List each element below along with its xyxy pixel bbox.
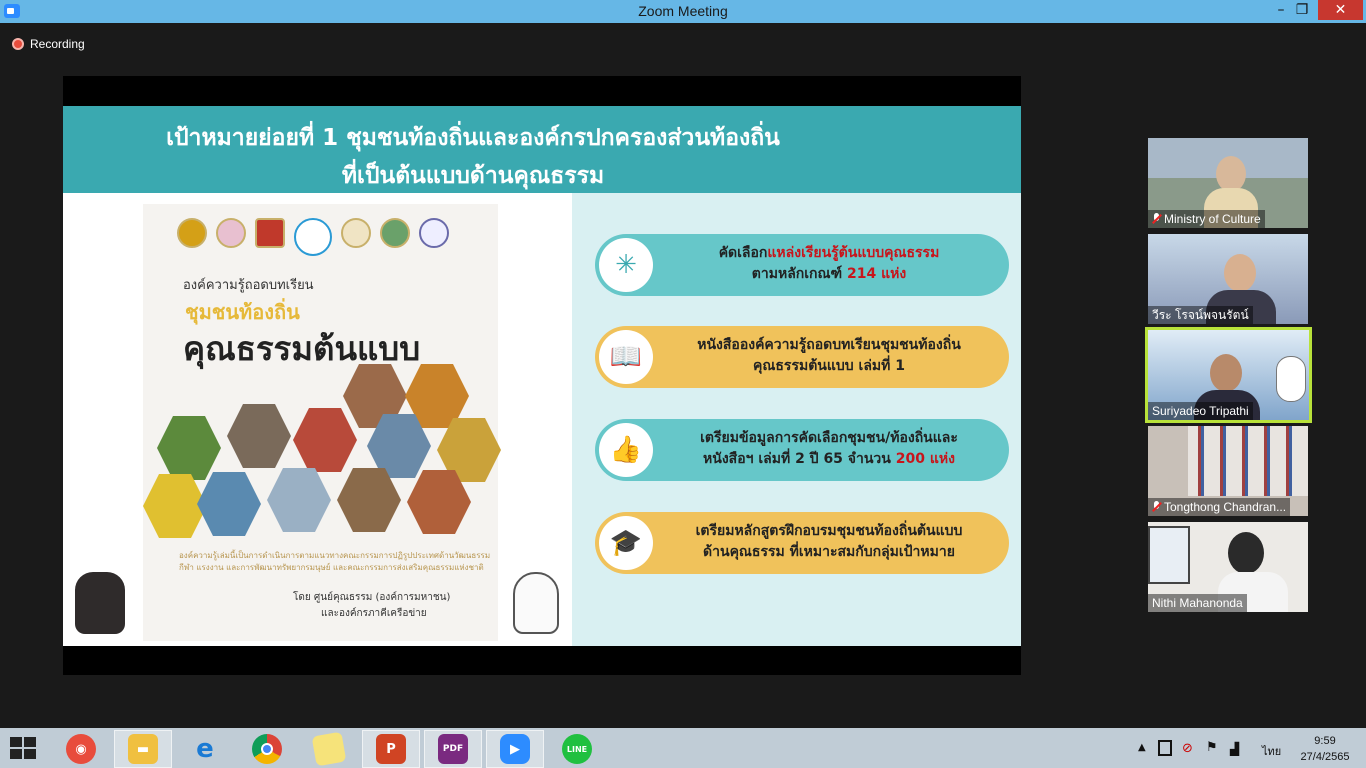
participant-face xyxy=(1216,156,1246,192)
government-seal-logo xyxy=(177,218,207,248)
participant-hair xyxy=(1228,532,1264,574)
goal-item-3: 👍 เตรียมข้อมูลการคัดเลือกชุมชน/ท้องถิ่นแ… xyxy=(595,419,1009,481)
thumbs-up-icon: 👍 xyxy=(599,423,653,477)
chrome-icon[interactable] xyxy=(238,730,296,768)
book-icon: 📖 xyxy=(599,330,653,384)
mascot-illustration xyxy=(1276,356,1306,402)
language-indicator[interactable]: ไทย xyxy=(1262,742,1281,760)
participant-name-tag: Nithi Mahanonda xyxy=(1148,594,1247,612)
participant-name-tag: วีระ โรจน์พจนรัตน์ xyxy=(1148,306,1253,324)
taskbar-clock[interactable]: 9:59 27/4/2565 xyxy=(1296,733,1354,765)
start-icon[interactable] xyxy=(10,737,38,761)
participant-name: Ministry of Culture xyxy=(1164,212,1261,226)
participant-name-tag: Tongthong Chandran... xyxy=(1148,498,1291,516)
window-titlebar: Zoom Meeting – ❐ ✕ xyxy=(0,0,1366,23)
participant-tile[interactable]: Tongthong Chandran... xyxy=(1148,426,1308,516)
participant-name-tag: Ministry of Culture xyxy=(1148,210,1265,228)
muted-mic-icon xyxy=(1152,213,1161,225)
sticky-notes-icon[interactable] xyxy=(300,730,358,768)
goal-item-4-text: เตรียมหลักสูตรฝึกอบรมชุมชนท้องถิ่นต้นแบบ… xyxy=(695,523,963,560)
ministry-seal-logo xyxy=(216,218,246,248)
photo-hex xyxy=(267,468,331,532)
participant-tile[interactable]: วีระ โรจน์พจนรัตน์ xyxy=(1148,234,1308,324)
tray-expand-icon[interactable]: ▲ xyxy=(1138,742,1146,753)
partner-logo xyxy=(419,218,449,248)
goal-item-1: ✳ คัดเลือกแหล่งเรียนรู้ต้นแบบคุณธรรม ตาม… xyxy=(595,234,1009,296)
photo-hex xyxy=(293,408,357,472)
flag-tray-icon[interactable]: ⚑ xyxy=(1206,740,1218,755)
goal-item-2-text: หนังสือองค์ความรู้ถอดบทเรียนชุมชนท้องถิ่… xyxy=(697,337,961,374)
light-mascot-illustration xyxy=(513,572,559,634)
moral-center-logo xyxy=(294,218,332,256)
maximize-button[interactable]: ❐ xyxy=(1282,0,1322,20)
taskbar: ◉ ▬ e P PDF ▶ LINE ▲ ⊘ ⚑ ▟ ไทย xyxy=(0,728,1366,768)
participant-name-tag: Suriyadeo Tripathi xyxy=(1148,402,1253,420)
network-tray-icon[interactable] xyxy=(1158,740,1172,756)
goal-item-4: 🎓 เตรียมหลักสูตรฝึกอบรมชุมชนท้องถิ่นต้นแ… xyxy=(595,512,1009,574)
close-button[interactable]: ✕ xyxy=(1318,0,1363,20)
photo-hex xyxy=(143,474,207,538)
goal-item-2: 📖 หนังสือองค์ความรู้ถอดบทเรียนชุมชนท้องถ… xyxy=(595,326,1009,388)
book-footnote: องค์ความรู้เล่มนี้เป็นการดำเนินการตามแนว… xyxy=(179,551,491,572)
browser-pinned-icon[interactable]: ◉ xyxy=(52,730,110,768)
pdf-icon[interactable]: PDF xyxy=(424,730,482,768)
participant-tile[interactable]: Ministry of Culture xyxy=(1148,138,1308,228)
recording-indicator[interactable]: Recording xyxy=(12,36,85,52)
recording-icon xyxy=(12,38,24,50)
muted-mic-icon xyxy=(1152,501,1161,513)
zoom-icon[interactable]: ▶ xyxy=(486,730,544,768)
royal-emblem-logo xyxy=(255,218,285,248)
speaker-tray-icon[interactable]: ⊘ xyxy=(1182,741,1193,756)
photo-hex xyxy=(227,404,291,468)
goal-item-3-text: เตรียมข้อมูลการคัดเลือกชุมชน/ท้องถิ่นและ… xyxy=(700,430,958,467)
department-seal-logo xyxy=(380,218,410,248)
presentation-slide: เป้าหมายย่อยที่ 1 ชุมชนท้องถิ่นและองค์กร… xyxy=(63,106,1021,646)
recording-label: Recording xyxy=(30,37,85,51)
slide-title-line2: ที่เป็นต้นแบบด้านคุณธรรม xyxy=(341,163,605,189)
active-speaker-tile[interactable]: Suriyadeo Tripathi xyxy=(1145,327,1312,423)
book-kicker: องค์ความรู้ถอดบทเรียน xyxy=(183,278,314,293)
internet-explorer-icon[interactable]: e xyxy=(176,730,234,768)
participant-tile[interactable]: Nithi Mahanonda xyxy=(1148,522,1308,612)
logo-row xyxy=(177,218,449,256)
graduation-cap-icon: 🎓 xyxy=(599,516,653,570)
participant-face xyxy=(1210,354,1242,392)
slide-header: เป้าหมายย่อยที่ 1 ชุมชนท้องถิ่นและองค์กร… xyxy=(63,106,1021,193)
network-icon: ✳ xyxy=(599,238,653,292)
line-icon[interactable]: LINE xyxy=(548,730,606,768)
powerpoint-icon[interactable]: P xyxy=(362,730,420,768)
shared-screen: เป้าหมายย่อยที่ 1 ชุมชนท้องถิ่นและองค์กร… xyxy=(63,76,1021,675)
clock-date: 27/4/2565 xyxy=(1300,751,1350,763)
photo-hex xyxy=(157,416,221,480)
participant-face xyxy=(1224,254,1256,292)
organization-seal-logo xyxy=(341,218,371,248)
participant-name: Suriyadeo Tripathi xyxy=(1152,404,1249,418)
file-explorer-icon[interactable]: ▬ xyxy=(114,730,172,768)
book-publisher-line1: โดย ศูนย์คุณธรรม (องค์การมหาชน) xyxy=(293,592,451,603)
photo-hex xyxy=(197,472,261,536)
goal-item-1-text: คัดเลือกแหล่งเรียนรู้ต้นแบบคุณธรรม ตามหล… xyxy=(718,245,940,282)
book-cover: องค์ความรู้ถอดบทเรียน ชุมชนท้องถิ่น คุณธ… xyxy=(143,204,501,641)
participant-name: วีระ โรจน์พจนรัตน์ xyxy=(1152,307,1249,322)
participant-name: Tongthong Chandran... xyxy=(1164,500,1287,514)
signal-tray-icon[interactable]: ▟ xyxy=(1230,742,1239,756)
window-title: Zoom Meeting xyxy=(638,3,728,19)
clock-time: 9:59 xyxy=(1314,735,1336,747)
dark-mascot-illustration xyxy=(75,572,125,634)
slide-title-line1: เป้าหมายย่อยที่ 1 ชุมชนท้องถิ่นและองค์กร… xyxy=(166,125,780,151)
monitor-background xyxy=(1148,526,1190,584)
bookshelf-background xyxy=(1188,426,1308,496)
participant-name: Nithi Mahanonda xyxy=(1152,596,1243,610)
book-publisher-line2: และองค์กรภาคีเครือข่าย xyxy=(321,608,427,619)
